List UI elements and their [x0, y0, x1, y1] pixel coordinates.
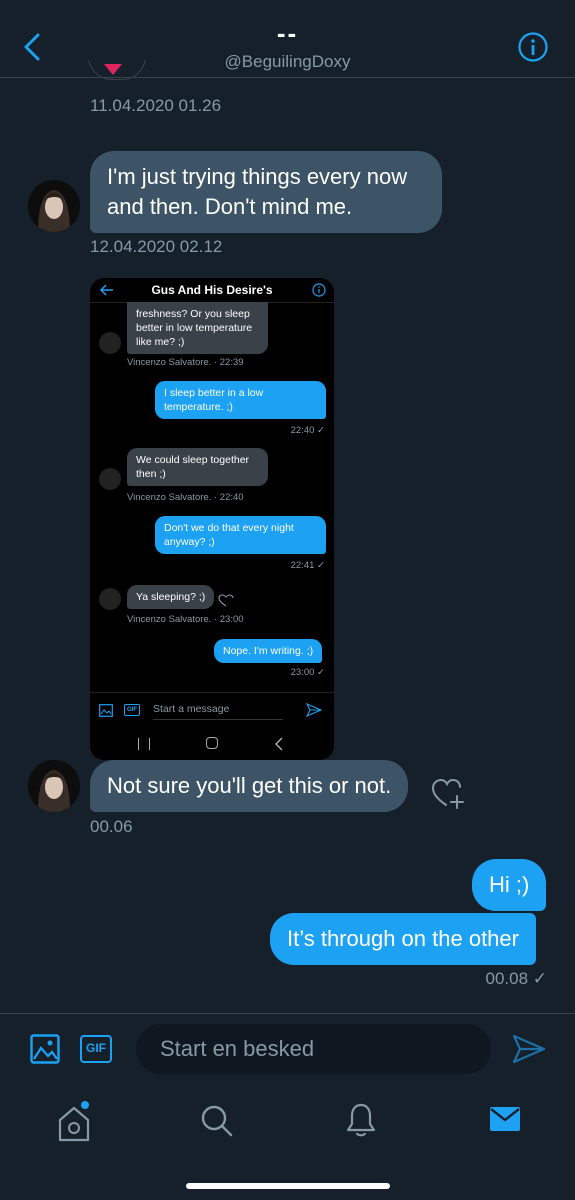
message-timestamp: 11.04.2020 01.26	[90, 96, 222, 115]
outgoing-message[interactable]: Hi ;)	[472, 859, 547, 911]
heart-add-icon	[218, 594, 234, 607]
screenshot-meta: Vincenzo Salvatore. · 23:00	[127, 614, 244, 625]
image-icon[interactable]	[30, 1034, 60, 1064]
screenshot-meta: 22:41 ✓	[290, 560, 325, 571]
previous-message-fragment	[88, 60, 148, 90]
home-tab[interactable]	[54, 1100, 94, 1144]
message-input[interactable]: Start en besked	[136, 1024, 491, 1074]
messages-envelope-icon[interactable]	[489, 1106, 521, 1132]
screenshot-compose-bar: GIF Start a message	[90, 692, 334, 728]
screenshot-message: Don't we do that every night anyway? ;)	[155, 516, 326, 554]
home-circle-icon	[206, 737, 218, 749]
screenshot-message-input: Start a message	[153, 703, 283, 720]
search-icon[interactable]	[200, 1104, 234, 1138]
screenshot-meta: 23:00 ✓	[290, 667, 325, 678]
shared-screenshot-image[interactable]: Gus And His Desire's freshness? Or you s…	[90, 278, 334, 760]
screenshot-message: We could sleep together then ;)	[127, 448, 268, 486]
info-icon[interactable]	[517, 31, 549, 63]
info-icon	[312, 283, 326, 297]
recents-icon	[138, 738, 150, 750]
avatar[interactable]	[28, 760, 80, 812]
incoming-message[interactable]: Not sure you'll get this or not.	[90, 760, 409, 812]
gif-icon: GIF	[124, 704, 140, 716]
screenshot-meta: Vincenzo Salvatore. · 22:40	[127, 492, 244, 503]
conversation-handle[interactable]: @BeguilingDoxy	[0, 52, 575, 72]
screenshot-message: I sleep better in a low temperature. ;)	[155, 381, 326, 419]
back-icon	[274, 737, 283, 751]
screenshot-message: Ya sleeping? ;)	[127, 585, 215, 609]
message-timestamp: 12.04.2020 02.12	[90, 237, 223, 256]
outgoing-message[interactable]: It’s through on the other	[270, 913, 536, 965]
screenshot-message: Nope. I'm writing. ;)	[214, 639, 323, 663]
avatar[interactable]	[28, 180, 80, 232]
send-icon	[306, 703, 322, 717]
home-icon	[58, 1101, 90, 1142]
send-icon[interactable]	[512, 1034, 546, 1064]
screenshot-message: freshness? Or you sleep better in low te…	[127, 302, 268, 354]
compose-bar: GIF Start en besked	[0, 1013, 575, 1090]
avatar	[99, 588, 121, 610]
gif-button[interactable]: GIF	[80, 1035, 112, 1063]
screenshot-meta: Vincenzo Salvatore. · 22:39	[127, 357, 244, 368]
incoming-message[interactable]: I'm just trying things every now and the…	[90, 151, 442, 233]
like-add-icon[interactable]	[431, 778, 465, 810]
conversation-title: --	[276, 18, 299, 48]
avatar	[99, 332, 121, 354]
message-timestamp: 00.08 ✓	[485, 969, 547, 988]
image-icon	[99, 704, 113, 717]
screenshot-title: Gus And His Desire's	[151, 283, 273, 297]
heart-icon	[104, 64, 122, 75]
message-timestamp: 00.06	[90, 817, 133, 836]
notifications-bell-icon[interactable]	[345, 1102, 377, 1138]
screenshot-meta: 22:40 ✓	[290, 425, 325, 436]
android-nav-bar	[90, 728, 334, 760]
conversation-header: -- @BeguilingDoxy	[0, 0, 575, 78]
avatar	[99, 468, 121, 490]
home-indicator	[186, 1183, 390, 1189]
